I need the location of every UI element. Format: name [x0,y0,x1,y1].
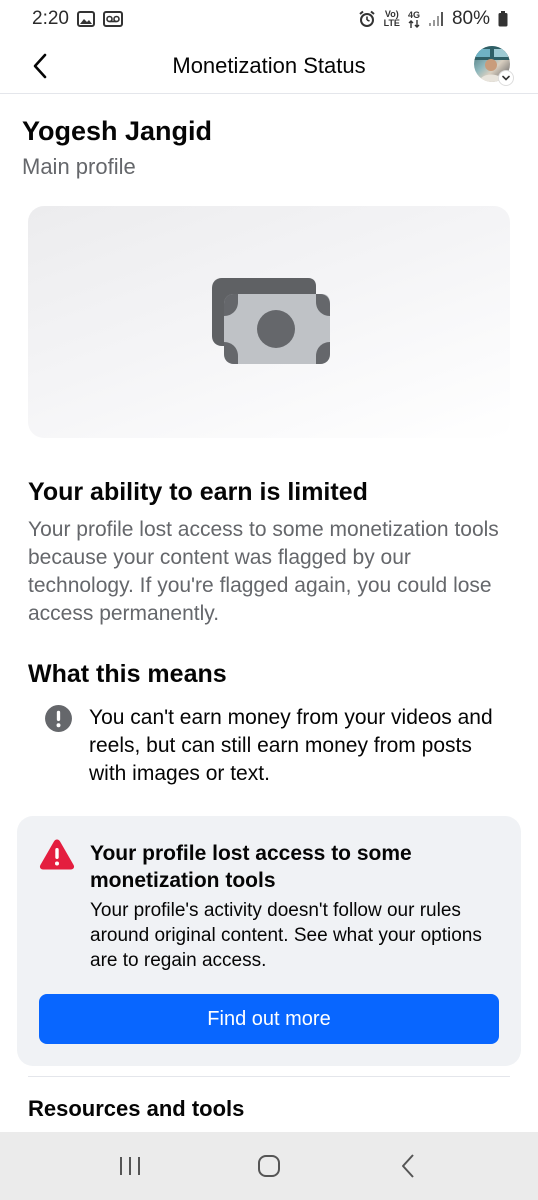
signal-icon [428,11,444,27]
limited-description: Your profile lost access to some monetiz… [28,518,499,625]
money-icon [212,278,330,364]
status-bar: 2:20 Vo) LTE 4G 80% [0,0,538,38]
hero-illustration [28,206,510,438]
volte-indicator: Vo) LTE [383,9,400,28]
alert-title: Your profile lost access to some monetiz… [90,842,412,892]
section-divider [28,1076,510,1077]
home-icon [257,1155,280,1177]
info-exclamation-icon [45,705,72,732]
battery-icon [498,11,508,27]
find-out-more-button[interactable]: Find out more [39,994,499,1044]
limited-heading: Your ability to earn is limited [28,478,368,506]
battery-percent: 80% [451,8,490,29]
profile-name: Yogesh Jangid [22,116,213,146]
restriction-alert-card: Your profile lost access to some monetiz… [17,816,521,1066]
top-app-bar: Monetization Status [0,38,538,94]
alarm-icon [358,10,376,28]
chevron-left-icon [33,53,47,79]
alert-description: Your profile's activity doesn't follow o… [90,900,482,971]
back-icon [402,1154,415,1178]
account-switcher[interactable] [474,46,514,86]
profile-type: Main profile [22,154,136,179]
monetization-status-screen: 2:20 Vo) LTE 4G 80% Monetization Status … [0,0,538,1200]
page-title: Monetization Status [172,52,366,78]
means-item-text: You can't earn money from your videos an… [89,706,493,785]
status-time: 2:20 [32,8,69,29]
data-indicator: 4G [408,10,420,28]
gallery-icon [76,11,95,27]
status-bar-left: 2:20 [32,8,123,30]
system-back-button[interactable] [378,1146,438,1186]
means-heading: What this means [28,660,227,688]
recent-apps-icon [119,1157,140,1175]
status-bar-right: Vo) LTE 4G 80% [358,8,508,30]
recent-apps-button[interactable] [100,1146,160,1186]
resources-heading: Resources and tools [28,1096,245,1121]
voicemail-icon [102,11,123,27]
warning-triangle-icon [39,839,75,870]
system-nav-bar [0,1132,538,1200]
home-button[interactable] [239,1146,299,1186]
chevron-down-icon [498,70,514,86]
means-item: You can't earn money from your videos an… [44,704,514,788]
back-button[interactable] [24,50,56,82]
